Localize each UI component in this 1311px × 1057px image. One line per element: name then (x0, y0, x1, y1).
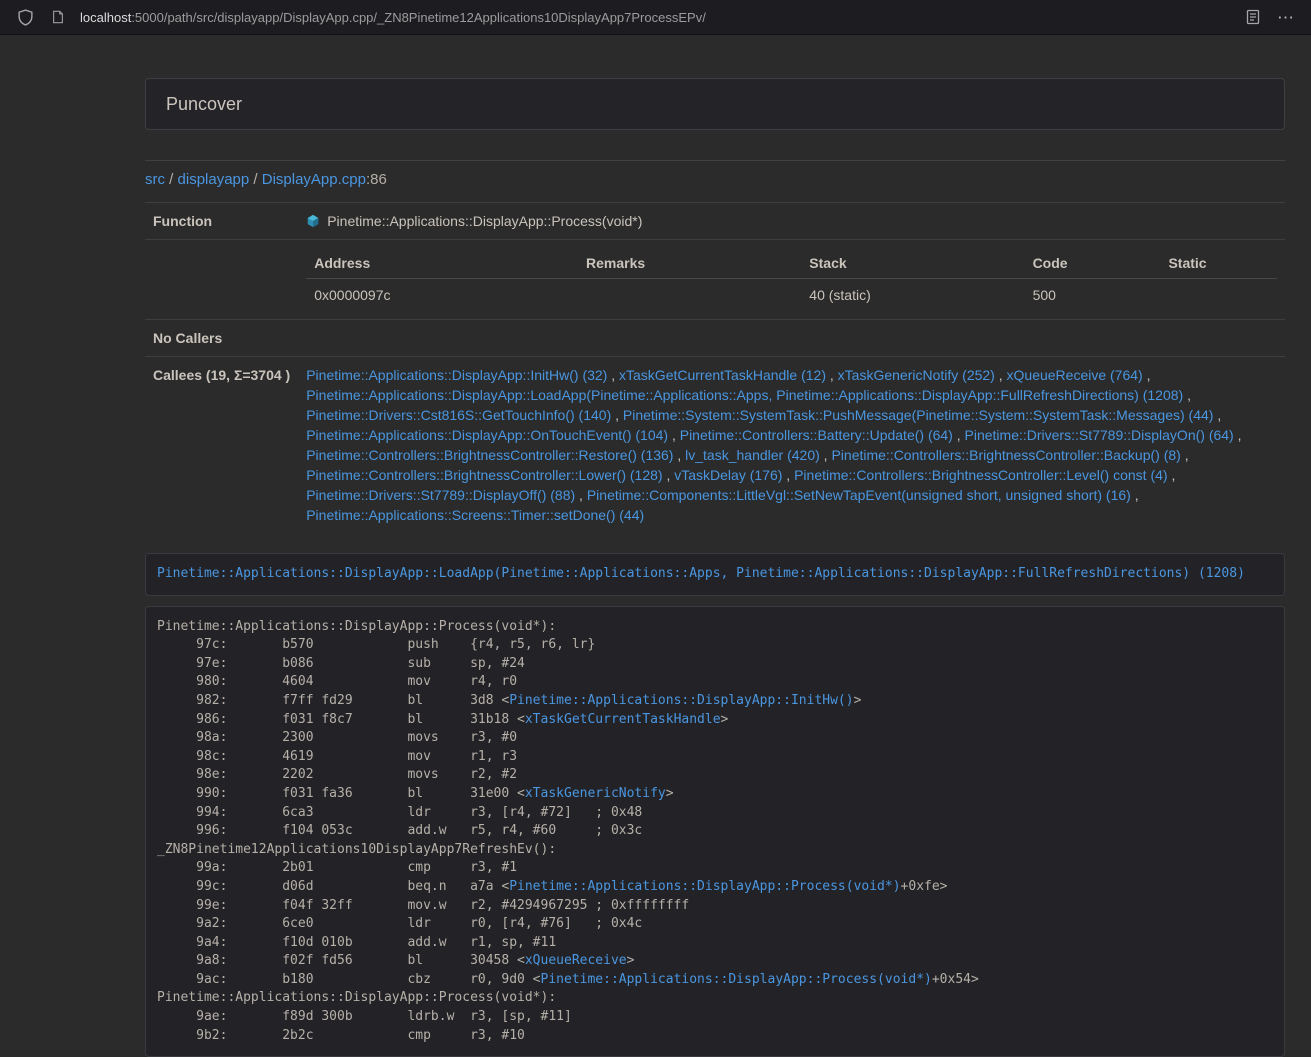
callee-link[interactable]: xQueueReceive (764) (1007, 367, 1143, 383)
value-stack: 40 (static) (801, 279, 1024, 312)
value-remarks (578, 279, 801, 312)
asm-line: 986: f031 f8c7 bl 31b18 <xTaskGetCurrent… (157, 711, 1273, 730)
browser-chrome: localhost:5000/path/src/displayapp/Displ… (0, 0, 1311, 35)
loadapp-link[interactable]: Pinetime::Applications::DisplayApp::Load… (157, 566, 1245, 581)
callee-link[interactable]: Pinetime::Applications::Screens::Timer::… (306, 507, 644, 523)
function-line: Pinetime::Applications::DisplayApp::Proc… (306, 211, 1277, 231)
navbar: Puncover (145, 78, 1285, 130)
callee-link[interactable]: Pinetime::Drivers::St7789::DisplayOn() (… (965, 427, 1234, 443)
callee-link[interactable]: Pinetime::Controllers::BrightnessControl… (306, 467, 662, 483)
detail-table: Address Remarks Stack Code Static 0x0000… (306, 248, 1277, 311)
function-cube-icon (306, 214, 320, 228)
page-container: Puncover src / displayapp / DisplayApp.c… (145, 78, 1285, 1057)
asm-line: 9a2: 6ce0 ldr r0, [r4, #76] ; 0x4c (157, 915, 1273, 934)
col-address: Address (306, 248, 578, 279)
menu-dots-button[interactable]: ⋯ (1275, 6, 1297, 28)
asm-line: 990: f031 fa36 bl 31e00 <xTaskGenericNot… (157, 785, 1273, 804)
url-bar[interactable]: localhost:5000/path/src/displayapp/Displ… (80, 10, 706, 25)
asm-line: 9a8: f02f fd56 bl 30458 <xQueueReceive> (157, 952, 1273, 971)
url-host: localhost (80, 10, 131, 25)
asm-line: Pinetime::Applications::DisplayApp::Proc… (157, 989, 1273, 1008)
breadcrumb: src / displayapp / DisplayApp.cpp:86 (145, 171, 1285, 188)
col-code: Code (1025, 248, 1161, 279)
url-path: :5000/path/src/displayapp/DisplayApp.cpp… (131, 10, 706, 25)
callee-link[interactable]: Pinetime::Controllers::Battery::Update()… (680, 427, 953, 443)
asm-line: 98a: 2300 movs r3, #0 (157, 729, 1273, 748)
asm-line: Pinetime::Applications::DisplayApp::Proc… (157, 618, 1273, 637)
value-static (1160, 279, 1277, 312)
asm-line: 98e: 2202 movs r2, #2 (157, 766, 1273, 785)
symbol-link[interactable]: xTaskGenericNotify (525, 786, 666, 801)
col-remarks: Remarks (578, 248, 801, 279)
callees-row: Callees (19, Σ=3704 ) Pinetime::Applicat… (145, 357, 1285, 534)
symbol-link[interactable]: xQueueReceive (525, 953, 627, 968)
symbol-link[interactable]: xTaskGetCurrentTaskHandle (525, 712, 721, 727)
callee-link[interactable]: vTaskDelay (176) (674, 467, 782, 483)
callee-link[interactable]: lv_task_handler (420) (685, 447, 820, 463)
value-address: 0x0000097c (306, 279, 578, 312)
asm-line: 982: f7ff fd29 bl 3d8 <Pinetime::Applica… (157, 692, 1273, 711)
callee-link[interactable]: Pinetime::System::SystemTask::PushMessag… (623, 407, 1214, 423)
symbol-link[interactable]: Pinetime::Applications::DisplayApp::Init… (509, 693, 853, 708)
function-row: Function Pinetime::Applications::Display… (145, 203, 1285, 240)
asm-line: 97c: b570 push {r4, r5, r6, lr} (157, 636, 1273, 655)
page-info-icon[interactable] (47, 6, 69, 28)
callee-link[interactable]: Pinetime::Applications::DisplayApp::Load… (306, 387, 1183, 403)
breadcrumb-link-src[interactable]: src (145, 171, 165, 188)
callee-link[interactable]: xTaskGetCurrentTaskHandle (12) (619, 367, 826, 383)
detail-value-row: 0x0000097c 40 (static) 500 (306, 279, 1277, 312)
asm-line: 996: f104 053c add.w r5, r4, #60 ; 0x3c (157, 822, 1273, 841)
callees-list: Pinetime::Applications::DisplayApp::Init… (298, 357, 1285, 534)
col-static: Static (1160, 248, 1277, 279)
shield-icon[interactable] (14, 6, 36, 28)
value-code: 500 (1025, 279, 1161, 312)
asm-line: 97e: b086 sub sp, #24 (157, 655, 1273, 674)
asm-line: 98c: 4619 mov r1, r3 (157, 748, 1273, 767)
asm-line: 99c: d06d beq.n a7a <Pinetime::Applicati… (157, 878, 1273, 897)
detail-header-row: Address Remarks Stack Code Static (306, 248, 1277, 279)
breadcrumb-link-displayapp[interactable]: displayapp (178, 171, 250, 188)
asm-line: 9a4: f10d 010b add.w r1, sp, #11 (157, 934, 1273, 953)
no-callers-row: No Callers (145, 320, 1285, 357)
asm-line: 994: 6ca3 ldr r3, [r4, #72] ; 0x48 (157, 804, 1273, 823)
callee-link[interactable]: Pinetime::Controllers::BrightnessControl… (794, 467, 1167, 483)
asm-line: 9ae: f89d 300b ldrb.w r3, [sp, #11] (157, 1008, 1273, 1027)
callees-label: Callees (19, Σ=3704 ) (145, 357, 298, 534)
asm-line: _ZN8Pinetime12Applications10DisplayApp7R… (157, 841, 1273, 860)
loadapp-panel: Pinetime::Applications::DisplayApp::Load… (145, 553, 1285, 596)
callee-link[interactable]: xTaskGenericNotify (252) (838, 367, 995, 383)
asm-line: 980: 4604 mov r4, r0 (157, 673, 1273, 692)
callee-link[interactable]: Pinetime::Controllers::BrightnessControl… (306, 447, 673, 463)
asm-line: 99a: 2b01 cmp r3, #1 (157, 859, 1273, 878)
symbol-link[interactable]: Pinetime::Applications::DisplayApp::Proc… (509, 879, 900, 894)
callee-link[interactable]: Pinetime::Drivers::St7789::DisplayOff() … (306, 487, 575, 503)
function-table: Function Pinetime::Applications::Display… (145, 202, 1285, 533)
callee-link[interactable]: Pinetime::Applications::DisplayApp::Init… (306, 367, 607, 383)
breadcrumb-separator: / (249, 171, 262, 188)
asm-line: 9b2: 2b2c cmp r3, #10 (157, 1027, 1273, 1046)
brand-link[interactable]: Puncover (146, 94, 262, 115)
symbol-link[interactable]: Pinetime::Applications::DisplayApp::Proc… (541, 972, 932, 987)
breadcrumb-line-number: :86 (366, 171, 387, 188)
no-callers-value (298, 320, 1285, 357)
breadcrumb-separator: / (165, 171, 178, 188)
callee-link[interactable]: Pinetime::Components::LittleVgl::SetNewT… (587, 487, 1131, 503)
reader-mode-icon[interactable] (1242, 6, 1264, 28)
callee-link[interactable]: Pinetime::Applications::DisplayApp::OnTo… (306, 427, 668, 443)
col-stack: Stack (801, 248, 1024, 279)
divider (145, 160, 1285, 161)
function-name: Pinetime::Applications::DisplayApp::Proc… (327, 211, 642, 231)
empty-label-cell (145, 240, 298, 320)
asm-line: 9ac: b180 cbz r0, 9d0 <Pinetime::Applica… (157, 971, 1273, 990)
asm-line: 99e: f04f 32ff mov.w r2, #4294967295 ; 0… (157, 897, 1273, 916)
no-callers-label: No Callers (145, 320, 298, 357)
disassembly: Pinetime::Applications::DisplayApp::Proc… (145, 606, 1285, 1057)
function-detail-row: Address Remarks Stack Code Static 0x0000… (145, 240, 1285, 320)
function-row-label: Function (145, 203, 298, 240)
callee-link[interactable]: Pinetime::Drivers::Cst816S::GetTouchInfo… (306, 407, 611, 423)
callee-link[interactable]: Pinetime::Controllers::BrightnessControl… (831, 447, 1180, 463)
breadcrumb-link-file[interactable]: DisplayApp.cpp (262, 171, 366, 188)
